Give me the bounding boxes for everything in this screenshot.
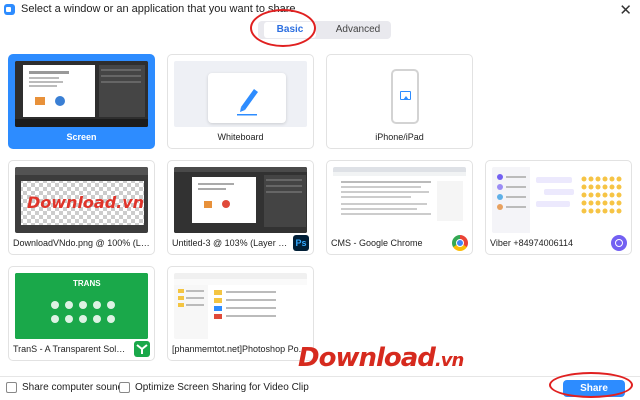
watermark-suffix: .vn (434, 350, 464, 371)
trans-window-thumbnail: TRANS (15, 273, 148, 339)
airplay-icon (400, 91, 411, 100)
close-icon[interactable]: ✕ (619, 1, 632, 19)
photoshop-icon: Ps (293, 235, 309, 251)
window-title: Select a window or an application that y… (21, 3, 296, 15)
share-tile-cms-chrome[interactable]: CMS - Google Chrome (326, 160, 473, 255)
chrome-icon-center (456, 239, 464, 247)
title-bar: Select a window or an application that y… (0, 0, 640, 20)
explorer-window-thumbnail (174, 273, 307, 339)
optimize-video-checkbox[interactable] (119, 382, 130, 393)
phone-icon (391, 69, 419, 124)
viber-window-thumbnail (492, 167, 625, 233)
tile-label: CMS - Google Chrome (331, 238, 423, 248)
watermark-text: Download (298, 343, 436, 373)
photoshop-preview (174, 167, 307, 233)
annotation-circle-basic (250, 9, 316, 47)
tile-label: Viber +84974006114 (490, 238, 573, 248)
tile-label: DownloadVNdo.png @ 100% (La... (13, 238, 150, 248)
iphone-thumbnail (333, 61, 466, 127)
trans-logo-text: TRANS (73, 279, 101, 288)
image-window-thumbnail: Download.vn (15, 167, 148, 233)
tile-label: Whiteboard (217, 132, 264, 142)
share-tile-trans[interactable]: TRANS TranS - A Transparent Solution (8, 266, 155, 361)
share-tile-viber[interactable]: Viber +84974006114 (485, 160, 632, 255)
share-sound-checkbox[interactable] (6, 382, 17, 393)
viber-icon-glyph (615, 239, 623, 247)
share-tile-downloadvndo[interactable]: Download.vn DownloadVNdo.png @ 100% (La.… (8, 160, 155, 255)
chrome-window-thumbnail (333, 167, 466, 233)
zoom-logo-icon (4, 4, 15, 15)
download-logo-text: Download.vn (27, 193, 145, 212)
optimize-video-label: Optimize Screen Sharing for Video Clip (135, 382, 309, 393)
screen-thumbnail (15, 61, 148, 127)
share-tile-untitled-3[interactable]: Untitled-3 @ 103% (Layer 2, RGB/... Ps (167, 160, 314, 255)
share-tile-photoshop-folder[interactable]: [phanmemtot.net]Photoshop Po... (167, 266, 314, 361)
screen-preview-image (15, 61, 148, 127)
annotation-circle-share (549, 372, 633, 398)
share-sound-label: Share computer sound (22, 382, 124, 393)
photoshop-badge-text: Ps (295, 238, 307, 248)
download-vn-watermark: Download.vn (298, 343, 464, 373)
tile-label: Untitled-3 @ 103% (Layer 2, RGB/... (172, 238, 289, 248)
tile-label: Screen (66, 132, 97, 142)
tile-label: iPhone/iPad (375, 132, 424, 142)
tile-label: TranS - A Transparent Solution (13, 344, 130, 354)
viber-preview (492, 167, 625, 233)
share-tile-screen[interactable]: Screen (8, 54, 155, 149)
trans-icon-glyph (136, 344, 148, 354)
share-tile-whiteboard[interactable]: Whiteboard (167, 54, 314, 149)
trans-icon (134, 341, 150, 357)
chrome-preview (333, 167, 466, 233)
whiteboard-card (208, 73, 286, 123)
photoshop-window-thumbnail (174, 167, 307, 233)
whiteboard-thumbnail (174, 61, 307, 127)
bottom-bar: Share computer sound Optimize Screen Sha… (0, 376, 640, 400)
viber-icon (611, 235, 627, 251)
tab-advanced[interactable]: Advanced (330, 21, 386, 39)
share-tile-iphone-ipad[interactable]: iPhone/iPad (326, 54, 473, 149)
explorer-preview (174, 273, 307, 339)
pen-icon (237, 89, 258, 116)
tile-label: [phanmemtot.net]Photoshop Po... (172, 344, 307, 354)
chrome-icon (452, 235, 468, 251)
